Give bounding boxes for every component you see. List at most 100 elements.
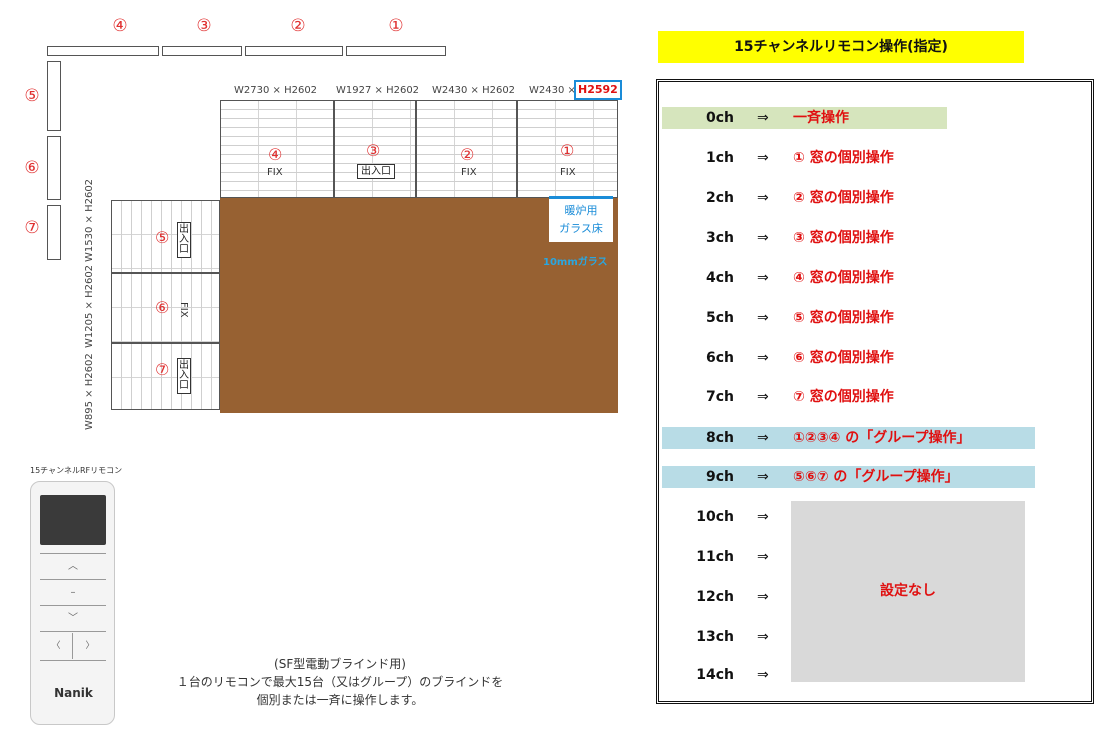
arrow-icon: ⇒ bbox=[757, 629, 769, 645]
channel-label: 0ch bbox=[705, 110, 734, 126]
channel-description: ⑥ 窓の個別操作 bbox=[793, 350, 894, 366]
channel-label: 11ch bbox=[696, 549, 734, 565]
rail-number-1: ① bbox=[388, 16, 404, 36]
window-fix-label: FIX bbox=[560, 167, 576, 178]
channel-label: 10ch bbox=[696, 509, 734, 525]
dimension-label: W2430 × H2602 bbox=[432, 85, 516, 96]
remote-caption: 15チャンネルRFリモコン bbox=[30, 466, 123, 475]
dimension-label: W2430 × bbox=[529, 85, 576, 96]
window-number-4: ④ bbox=[268, 145, 283, 164]
channel-description: 一斉操作 bbox=[793, 110, 849, 126]
arrow-icon: ⇒ bbox=[757, 110, 769, 126]
dimension-label: W2730 × H2602 bbox=[234, 85, 318, 96]
channel-description: ③ 窓の個別操作 bbox=[793, 230, 894, 246]
channel-description: ⑤⑥⑦ の「グループ操作」 bbox=[793, 469, 959, 485]
right-button[interactable]: 〉 bbox=[74, 633, 106, 659]
dimension-label: W1927 × H2602 bbox=[336, 85, 420, 96]
window-number-5: ⑤ bbox=[155, 228, 170, 247]
arrow-icon: ⇒ bbox=[757, 389, 769, 405]
channel-label: 9ch bbox=[705, 469, 734, 485]
channel-label: 12ch bbox=[696, 589, 734, 605]
channel-description: ⑤ 窓の個別操作 bbox=[793, 310, 894, 326]
remote-description: (SF型電動ブラインド用) １台のリモコンで最大15台（又はグループ）のブライン… bbox=[140, 655, 540, 709]
rail-number-5: ⑤ bbox=[24, 86, 40, 106]
stove-glass-floor: 暖炉用 ガラス床 bbox=[549, 196, 613, 242]
no-setting-box: 設定なし bbox=[791, 501, 1025, 682]
blind-rail-4 bbox=[47, 46, 159, 56]
stop-button[interactable]: – bbox=[40, 581, 106, 605]
rail-number-6: ⑥ bbox=[24, 158, 40, 178]
window-number-7: ⑦ bbox=[155, 360, 170, 379]
channel-description: ①②③④ の「グループ操作」 bbox=[793, 430, 971, 446]
channel-row-2ch: 2ch ⇒ ② 窓の個別操作 bbox=[659, 187, 1091, 215]
blind-rail-7 bbox=[47, 205, 61, 260]
window-number-3: ③ bbox=[366, 141, 381, 160]
dimension-label: W1530 × H2602 bbox=[84, 178, 95, 262]
note-line: 個別または一斉に操作します。 bbox=[256, 693, 424, 707]
window-number-1: ① bbox=[560, 141, 575, 160]
window-fix-label: FIX bbox=[178, 302, 189, 318]
arrow-icon: ⇒ bbox=[757, 350, 769, 366]
arrow-icon: ⇒ bbox=[757, 589, 769, 605]
arrow-icon: ⇒ bbox=[757, 667, 769, 683]
dimension-highlight: H2592 bbox=[574, 80, 622, 100]
channel-label: 7ch bbox=[705, 389, 734, 405]
arrow-icon: ⇒ bbox=[757, 190, 769, 206]
note-line: １台のリモコンで最大15台（又はグループ）のブラインドを bbox=[176, 675, 504, 689]
panel-title: 15チャンネルリモコン操作(指定) bbox=[658, 31, 1024, 63]
channel-label: 13ch bbox=[696, 629, 734, 645]
channel-row-6ch: 6ch ⇒ ⑥ 窓の個別操作 bbox=[659, 347, 1091, 375]
arrow-icon: ⇒ bbox=[757, 430, 769, 446]
channel-table: 0ch ⇒ 一斉操作 1ch ⇒ ① 窓の個別操作 2ch ⇒ ② 窓の個別操作 3ch ⇒ ③ 窓の… bbox=[656, 79, 1094, 704]
blind-rail-3 bbox=[162, 46, 242, 56]
channel-description: ② 窓の個別操作 bbox=[793, 190, 894, 206]
down-button[interactable]: ﹀ bbox=[40, 607, 106, 631]
channel-row-3ch: 3ch ⇒ ③ 窓の個別操作 bbox=[659, 227, 1091, 255]
channel-label: 6ch bbox=[705, 350, 734, 366]
channel-row-7ch: 7ch ⇒ ⑦ 窓の個別操作 bbox=[659, 386, 1091, 414]
up-button[interactable]: ︿ bbox=[40, 555, 106, 579]
blind-rail-2 bbox=[245, 46, 343, 56]
channel-description: ④ 窓の個別操作 bbox=[793, 270, 894, 286]
rail-number-2: ② bbox=[290, 16, 306, 36]
channel-label: 5ch bbox=[705, 310, 734, 326]
blind-rail-1 bbox=[346, 46, 446, 56]
door-label: 出入口 bbox=[177, 222, 191, 258]
glass-thickness-label: 10mmガラス bbox=[543, 257, 608, 268]
channel-row-9ch: 9ch ⇒ ⑤⑥⑦ の「グループ操作」 bbox=[659, 466, 1091, 494]
dimension-label: W895 × H2602 bbox=[84, 353, 95, 430]
channel-label: 3ch bbox=[705, 230, 734, 246]
channel-label: 2ch bbox=[705, 190, 734, 206]
arrow-icon: ⇒ bbox=[757, 549, 769, 565]
stove-label: 暖炉用 bbox=[564, 204, 598, 217]
blind-rail-5 bbox=[47, 61, 61, 131]
channel-row-0ch: 0ch ⇒ 一斉操作 bbox=[659, 107, 1091, 135]
arrow-icon: ⇒ bbox=[757, 509, 769, 525]
dimension-label: W1205 × H2602 bbox=[84, 264, 95, 348]
window-number-2: ② bbox=[460, 145, 475, 164]
blind-rail-6 bbox=[47, 136, 61, 200]
channel-label: 1ch bbox=[705, 150, 734, 166]
window-fix-label: FIX bbox=[267, 167, 283, 178]
door-label: 出入口 bbox=[357, 164, 395, 179]
arrow-icon: ⇒ bbox=[757, 150, 769, 166]
note-line: (SF型電動ブラインド用) bbox=[274, 657, 406, 671]
window-number-6: ⑥ bbox=[155, 298, 170, 317]
channel-row-8ch: 8ch ⇒ ①②③④ の「グループ操作」 bbox=[659, 427, 1091, 455]
window-fix-label: FIX bbox=[461, 167, 477, 178]
glass-floor-label: ガラス床 bbox=[559, 222, 603, 235]
rail-number-7: ⑦ bbox=[24, 218, 40, 238]
rail-number-3: ③ bbox=[196, 16, 212, 36]
channel-row-5ch: 5ch ⇒ ⑤ 窓の個別操作 bbox=[659, 307, 1091, 335]
channel-description: ⑦ 窓の個別操作 bbox=[793, 389, 894, 405]
channel-label: 8ch bbox=[705, 430, 734, 446]
rail-number-4: ④ bbox=[112, 16, 128, 36]
remote-control: ︿ – ﹀ 〈 〉 Nanik bbox=[30, 481, 115, 725]
channel-row-4ch: 4ch ⇒ ④ 窓の個別操作 bbox=[659, 267, 1091, 295]
channel-label: 4ch bbox=[705, 270, 734, 286]
arrow-icon: ⇒ bbox=[757, 469, 769, 485]
arrow-icon: ⇒ bbox=[757, 230, 769, 246]
channel-label: 14ch bbox=[696, 667, 734, 683]
channel-description: ① 窓の個別操作 bbox=[793, 150, 894, 166]
left-button[interactable]: 〈 bbox=[40, 633, 73, 659]
